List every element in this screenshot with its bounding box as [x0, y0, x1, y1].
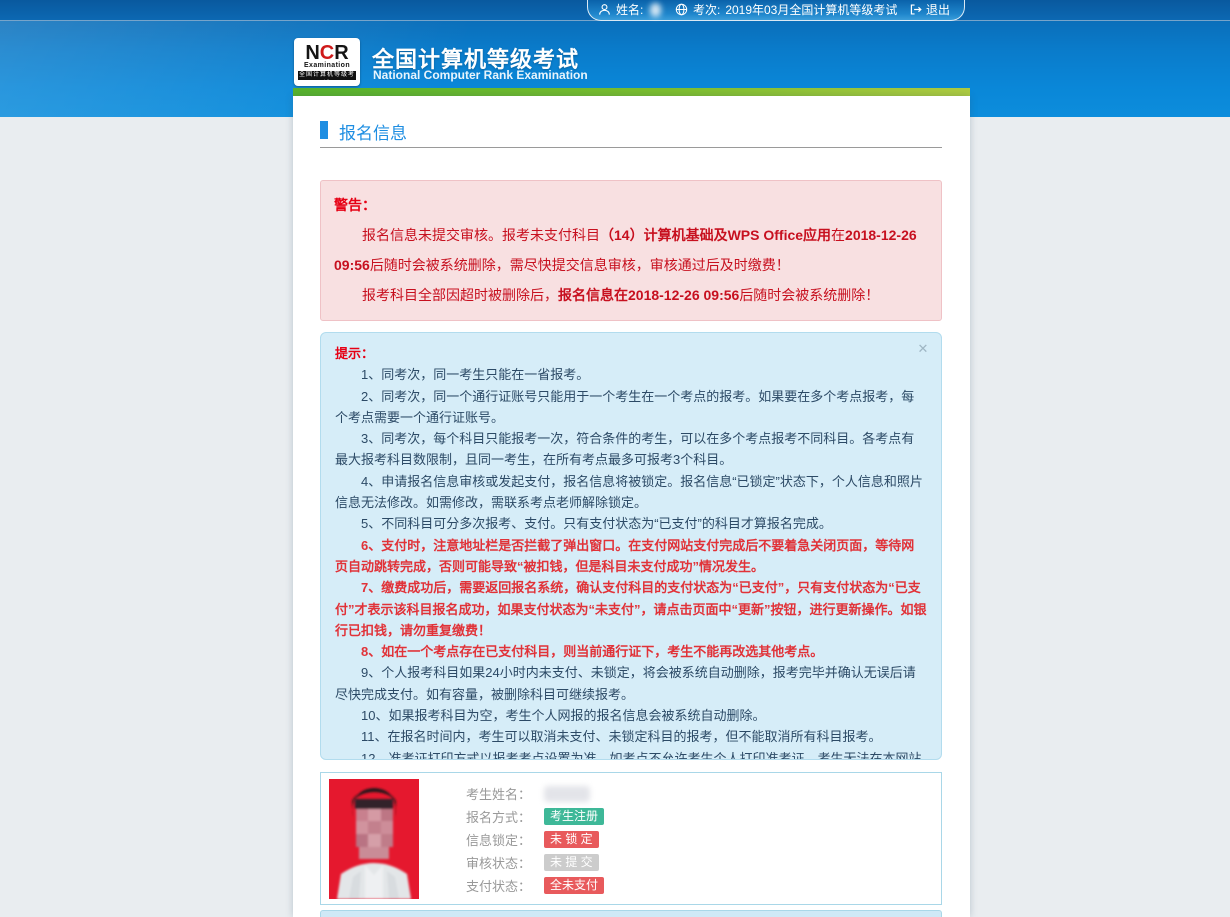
- warning-title: 警告：: [334, 190, 928, 220]
- info-row-payment-status: 支付状态： 全未支付: [466, 874, 604, 897]
- name-value-blurred: [650, 3, 661, 17]
- candidate-photo: [329, 779, 419, 899]
- user-tab: 姓名: 考次: 2019年03月全国计算机等级考试 退出: [587, 0, 965, 21]
- page-title: 报名信息: [339, 119, 407, 144]
- status-badge-lock: 未 锁 定: [544, 831, 599, 848]
- content-column: 报名信息 警告： 报名信息未提交审核。报考未支付科目（14）计算机基础及WPS …: [293, 96, 970, 917]
- green-divider: [293, 88, 970, 96]
- logout-label: 退出: [926, 1, 950, 18]
- tip-item-6: 6、支付时，注意地址栏是否拦截了弹出窗口。在支付网站支付完成后不要着急关闭页面，…: [335, 535, 927, 578]
- tip-item-11: 11、在报名时间内，考生可以取消未支付、未锁定科目的报考，但不能取消所有科目报考…: [335, 726, 927, 747]
- tip-item-12: 12、准考证打印方式以报考考点设置为准，如考点不允许考生个人打印准考证，考生无法…: [335, 748, 927, 760]
- session-value: 2019年03月全国计算机等级考试: [725, 1, 897, 18]
- logout-button[interactable]: 退出: [909, 1, 950, 18]
- tip-item-1: 1、同考次，同一考生只能在一省报考。: [335, 364, 927, 385]
- close-icon[interactable]: ✕: [916, 342, 930, 356]
- user-icon: [598, 3, 611, 16]
- warning-paragraph-2: 报考科目全部因超时被删除后，报名信息在2018-12-26 09:56后随时会被…: [334, 280, 928, 310]
- info-row-lock-status: 信息锁定： 未 锁 定: [466, 828, 604, 851]
- tip-item-5: 5、不同科目可分多次报考、支付。只有支付状态为“已支付”的科目才算报名完成。: [335, 513, 927, 534]
- status-badge-payment: 全未支付: [544, 877, 604, 894]
- tip-item-9: 9、个人报考科目如果24小时内未支付、未锁定，将会被系统自动删除，报考完毕并确认…: [335, 662, 927, 705]
- status-badge-registration: 考生注册: [544, 808, 604, 825]
- row-label: 支付状态：: [466, 876, 544, 895]
- warning-box: 警告： 报名信息未提交审核。报考未支付科目（14）计算机基础及WPS Offic…: [320, 180, 942, 321]
- name-label: 姓名:: [616, 1, 643, 18]
- row-label: 信息锁定：: [466, 830, 544, 849]
- session-label: 考次:: [693, 1, 720, 18]
- tip-item-2: 2、同考次，同一个通行证账号只能用于一个考生在一个考点的报考。如果要在多个考点报…: [335, 386, 927, 429]
- ncre-logo: NCR Examination 全国计算机等级考试: [294, 38, 360, 86]
- section-head: 报名信息: [320, 118, 942, 148]
- tips-box: ✕ 提示： 1、同考次，同一考生只能在一省报考。 2、同考次，同一个通行证账号只…: [320, 332, 942, 760]
- logo-strip-text: 全国计算机等级考试: [298, 71, 356, 80]
- logo-ncr-text: NCR: [305, 44, 348, 62]
- tips-title: 提示：: [335, 343, 927, 364]
- row-label: 审核状态：: [466, 853, 544, 872]
- candidate-info-rows: 考生姓名： 报名方式： 考生注册 信息锁定： 未 锁 定 审核状态： 未 提 交…: [466, 782, 604, 897]
- tip-item-7: 7、缴费成功后，需要返回报名系统，确认支付科目的支付状态为“已支付”，只有支付状…: [335, 577, 927, 641]
- candidate-card: 考生姓名： 报名方式： 考生注册 信息锁定： 未 锁 定 审核状态： 未 提 交…: [320, 772, 942, 905]
- tip-item-3: 3、同考次，每个科目只能报考一次，符合条件的考生，可以在多个考点报考不同科目。各…: [335, 428, 927, 471]
- tip-item-8: 8、如在一个考点存在已支付科目，则当前通行证下，考生不能再改选其他考点。: [335, 641, 927, 662]
- row-label: 报名方式：: [466, 807, 544, 826]
- info-row-registration-type: 报名方式： 考生注册: [466, 805, 604, 828]
- logo-examination-text: Examination: [304, 62, 350, 70]
- info-row-name: 考生姓名：: [466, 782, 604, 805]
- info-row-audit-status: 审核状态： 未 提 交: [466, 851, 604, 874]
- warning-paragraph-1: 报名信息未提交审核。报考未支付科目（14）计算机基础及WPS Office应用在…: [334, 220, 928, 280]
- section-divider: [320, 147, 942, 148]
- tip-item-4: 4、申请报名信息审核或发起支付，报名信息将被锁定。报名信息“已锁定”状态下，个人…: [335, 471, 927, 514]
- section-title-marker: [320, 121, 328, 139]
- page: 姓名: 考次: 2019年03月全国计算机等级考试 退出 NCR: [0, 0, 1230, 917]
- row-label: 考生姓名：: [466, 784, 544, 803]
- logout-icon: [909, 3, 922, 16]
- site-subtitle: National Computer Rank Examination: [373, 68, 588, 82]
- status-badge-audit: 未 提 交: [544, 854, 599, 871]
- name-value-blurred: [544, 786, 590, 802]
- next-section-partial: [320, 910, 942, 917]
- tip-item-10: 10、如果报考科目为空，考生个人网报的报名信息会被系统自动删除。: [335, 705, 927, 726]
- session-icon: [675, 3, 688, 16]
